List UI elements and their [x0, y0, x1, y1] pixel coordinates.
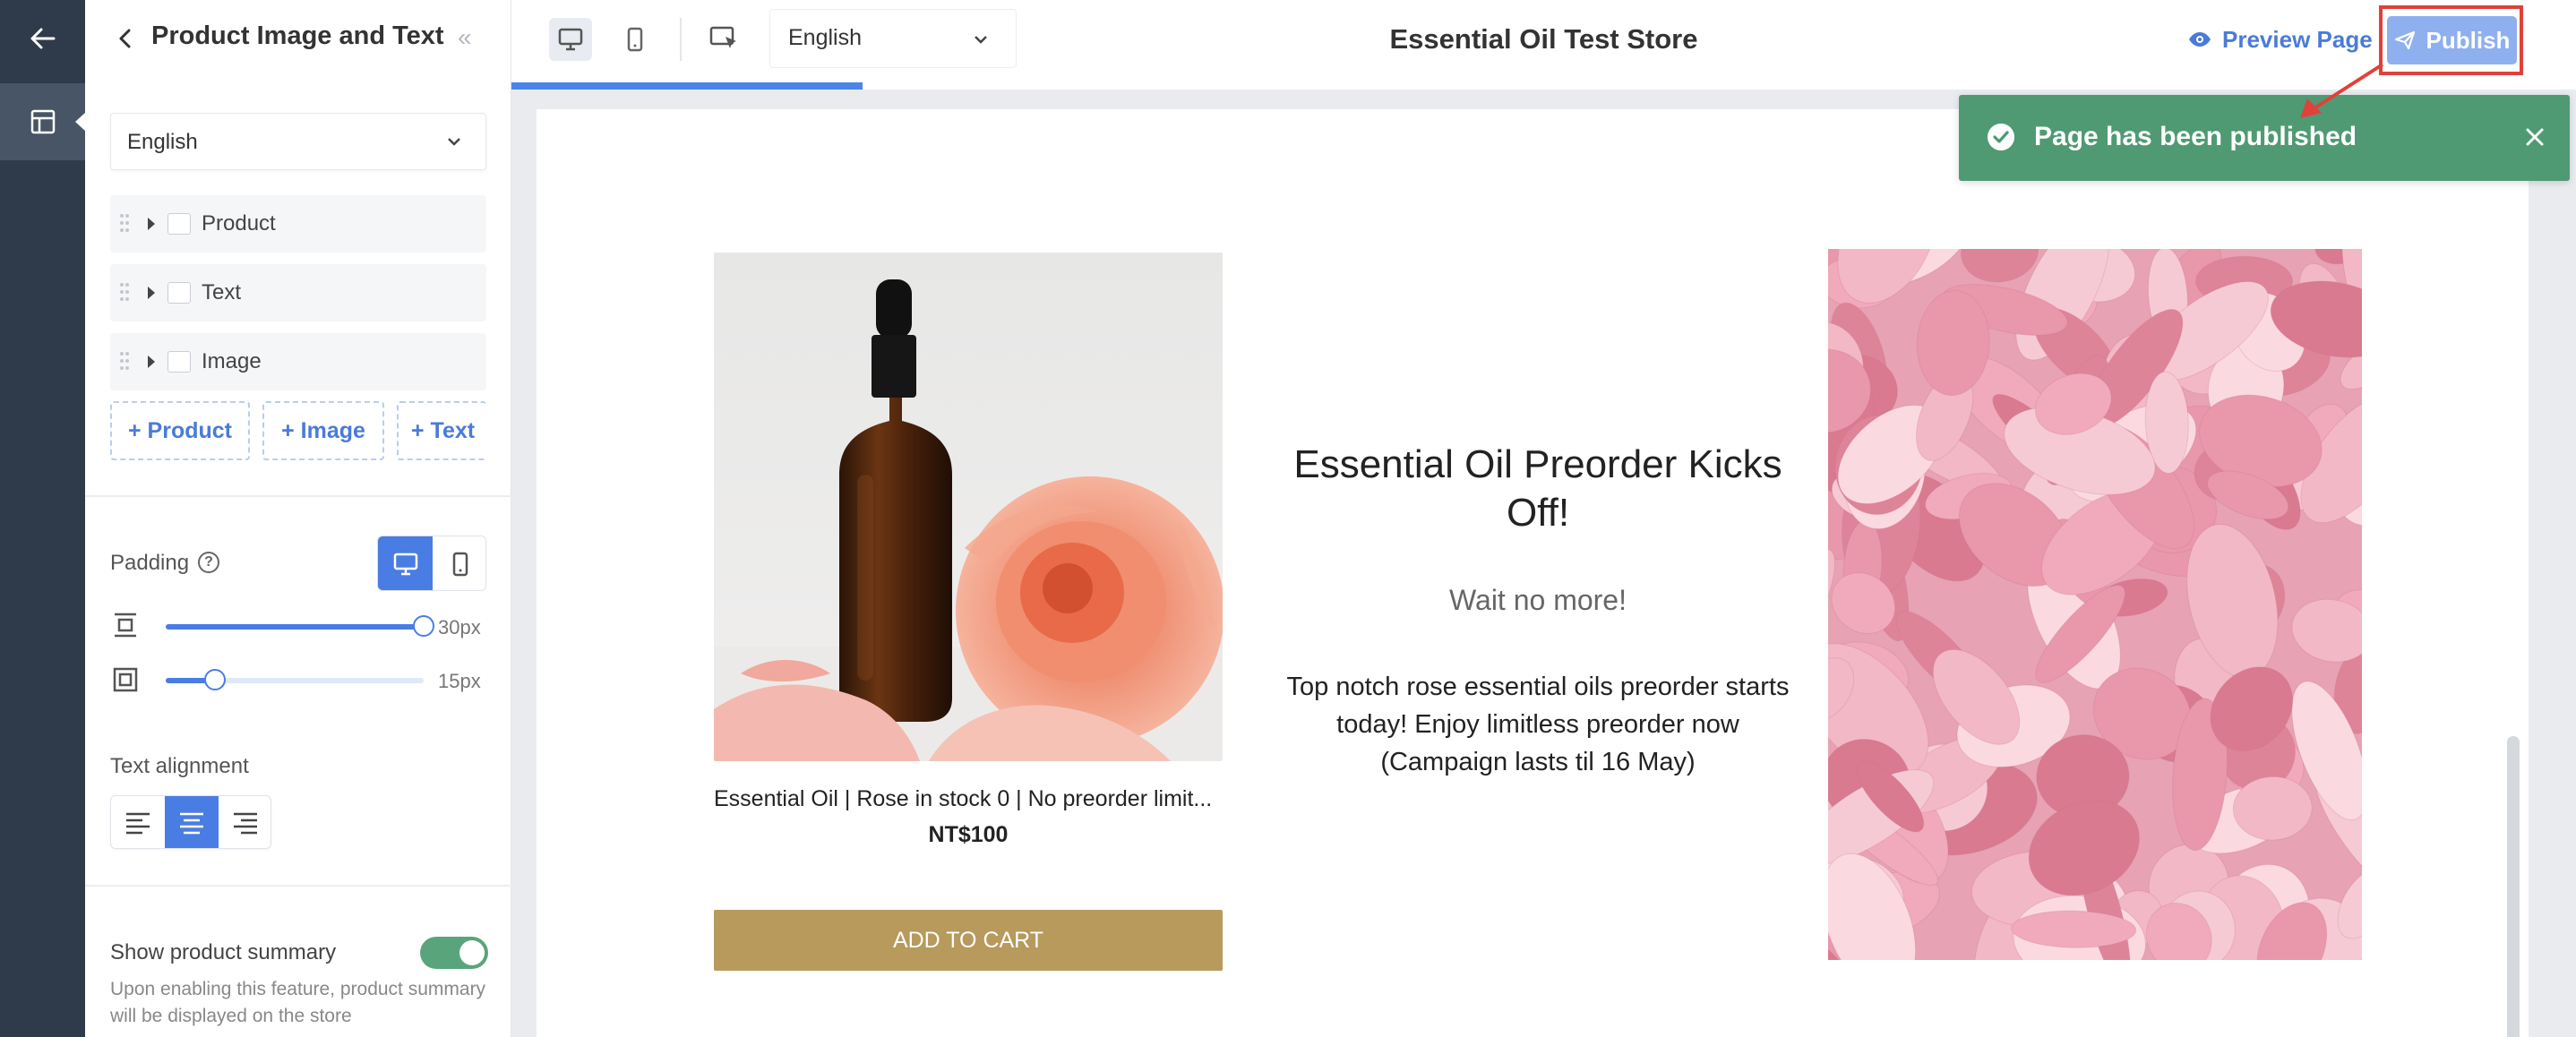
publish-highlight: Publish	[2379, 5, 2523, 75]
preview-page-button[interactable]: Preview Page	[2188, 20, 2373, 59]
block-label: Product	[202, 211, 276, 236]
block-label: Image	[202, 349, 262, 373]
block-label: Text	[202, 280, 242, 304]
align-left-icon	[126, 812, 150, 835]
eye-icon	[2189, 32, 2211, 47]
mobile-icon	[452, 552, 468, 577]
mobile-toggle[interactable]	[433, 536, 485, 590]
cursor-select-icon	[709, 26, 736, 48]
preview-language-select[interactable]: English	[769, 9, 1017, 68]
publish-progress	[511, 82, 2576, 90]
promo-subheading: Wait no more!	[1449, 584, 1627, 616]
arrow-left-icon	[30, 28, 55, 49]
desktop-view-button[interactable]	[549, 18, 592, 61]
block-item-image[interactable]: Image	[110, 333, 486, 390]
desktop-toggle[interactable]	[378, 536, 433, 590]
show-summary-description: Upon enabling this feature, product summ…	[110, 979, 486, 1026]
horizontal-padding-slider[interactable]	[166, 669, 424, 690]
show-summary-toggle[interactable]	[420, 937, 488, 969]
text-alignment-group	[110, 795, 271, 849]
layout-panel-button[interactable]	[0, 83, 86, 160]
help-icon[interactable]: ?	[198, 552, 219, 573]
publish-success-toast: Page has been published	[1959, 95, 2570, 181]
check-circle-icon	[1988, 124, 2014, 150]
chevron-down-icon	[448, 138, 460, 146]
app-rail	[0, 0, 86, 1037]
vertical-padding-value: 30px	[438, 616, 481, 638]
add-product-button[interactable]: + Product	[110, 401, 250, 460]
close-icon[interactable]	[2521, 124, 2548, 150]
toggle-knob	[459, 940, 485, 965]
align-right-icon	[234, 812, 257, 835]
align-right-button[interactable]	[219, 796, 270, 848]
align-center-icon	[180, 812, 203, 835]
show-summary-label: Show product summary	[110, 940, 337, 964]
padding-label: Padding	[110, 551, 190, 575]
promo-body: Top notch rose essential oils preorder s…	[1286, 673, 1790, 776]
vertical-padding-slider[interactable]	[166, 615, 434, 637]
horizontal-padding-value: 15px	[438, 670, 481, 692]
desktop-icon	[558, 28, 583, 51]
publish-label: Publish	[2426, 26, 2511, 54]
slider-handle[interactable]	[413, 615, 434, 637]
block-item-product[interactable]: Product	[110, 195, 486, 253]
send-icon	[2394, 30, 2415, 50]
slider-handle[interactable]	[203, 669, 226, 690]
language-select-value: English	[127, 130, 198, 154]
section-divider	[85, 495, 511, 497]
product-image[interactable]	[714, 253, 1223, 761]
padding-device-toggle	[377, 536, 486, 591]
vertical-padding-icon	[115, 613, 136, 638]
product-price: NT$100	[928, 822, 1009, 847]
horizontal-padding-icon	[113, 667, 138, 692]
block-item-text[interactable]: Text	[110, 264, 486, 321]
desktop-icon	[393, 553, 417, 576]
promo-heading: Essential Oil Preorder Kicks Off!	[1293, 442, 1782, 535]
page-preview: Essential Oil | Rose in stock 0 | No pre…	[537, 109, 2529, 1037]
drag-handle-icon[interactable]	[119, 282, 130, 302]
mobile-icon	[627, 27, 643, 52]
add-to-cart-button[interactable]: ADD TO CART	[714, 910, 1223, 971]
chevron-left-icon[interactable]	[112, 25, 139, 52]
rose-petals-image[interactable]	[1828, 249, 2362, 960]
publish-button[interactable]: Publish	[2387, 16, 2517, 64]
section-divider	[85, 885, 511, 887]
exit-button[interactable]	[0, 0, 85, 77]
mobile-view-button[interactable]	[614, 18, 657, 61]
select-element-button[interactable]	[703, 18, 746, 61]
expand-caret-icon[interactable]	[148, 356, 155, 368]
language-select[interactable]: English	[110, 113, 486, 170]
expand-caret-icon[interactable]	[148, 287, 155, 299]
collapse-panel-icon[interactable]: «	[458, 23, 472, 52]
image-icon	[167, 351, 191, 373]
panel-title: Product Image and Text	[151, 21, 444, 50]
align-left-button[interactable]	[111, 796, 165, 848]
drag-handle-icon[interactable]	[119, 213, 130, 233]
bag-icon	[167, 213, 191, 235]
toolbar-divider	[680, 18, 682, 61]
text-alignment-label: Text alignment	[110, 754, 249, 778]
layout-icon	[30, 109, 55, 134]
slider-fill	[166, 624, 424, 630]
expand-caret-icon[interactable]	[148, 218, 155, 230]
add-image-button[interactable]: + Image	[262, 401, 384, 460]
editor-topbar: English Essential Oil Test Store Preview…	[511, 0, 2576, 82]
add-text-button[interactable]: + Text	[397, 401, 486, 460]
preview-language-value: English	[788, 25, 862, 50]
canvas-scrollbar[interactable]	[2507, 736, 2520, 1037]
align-center-button[interactable]	[165, 796, 219, 848]
product-name[interactable]: Essential Oil | Rose in stock 0 | No pre…	[714, 786, 1226, 812]
text-icon	[167, 282, 191, 304]
progress-fill	[511, 82, 863, 90]
chevron-down-icon	[975, 36, 987, 44]
preview-page-label: Preview Page	[2222, 25, 2373, 53]
drag-handle-icon[interactable]	[119, 351, 130, 371]
toast-message: Page has been published	[2034, 122, 2357, 151]
panel-header: Product Image and Text «	[85, 0, 511, 77]
settings-panel: Product Image and Text « English Product…	[85, 0, 511, 1037]
preview-canvas: Essential Oil | Rose in stock 0 | No pre…	[511, 90, 2576, 1037]
